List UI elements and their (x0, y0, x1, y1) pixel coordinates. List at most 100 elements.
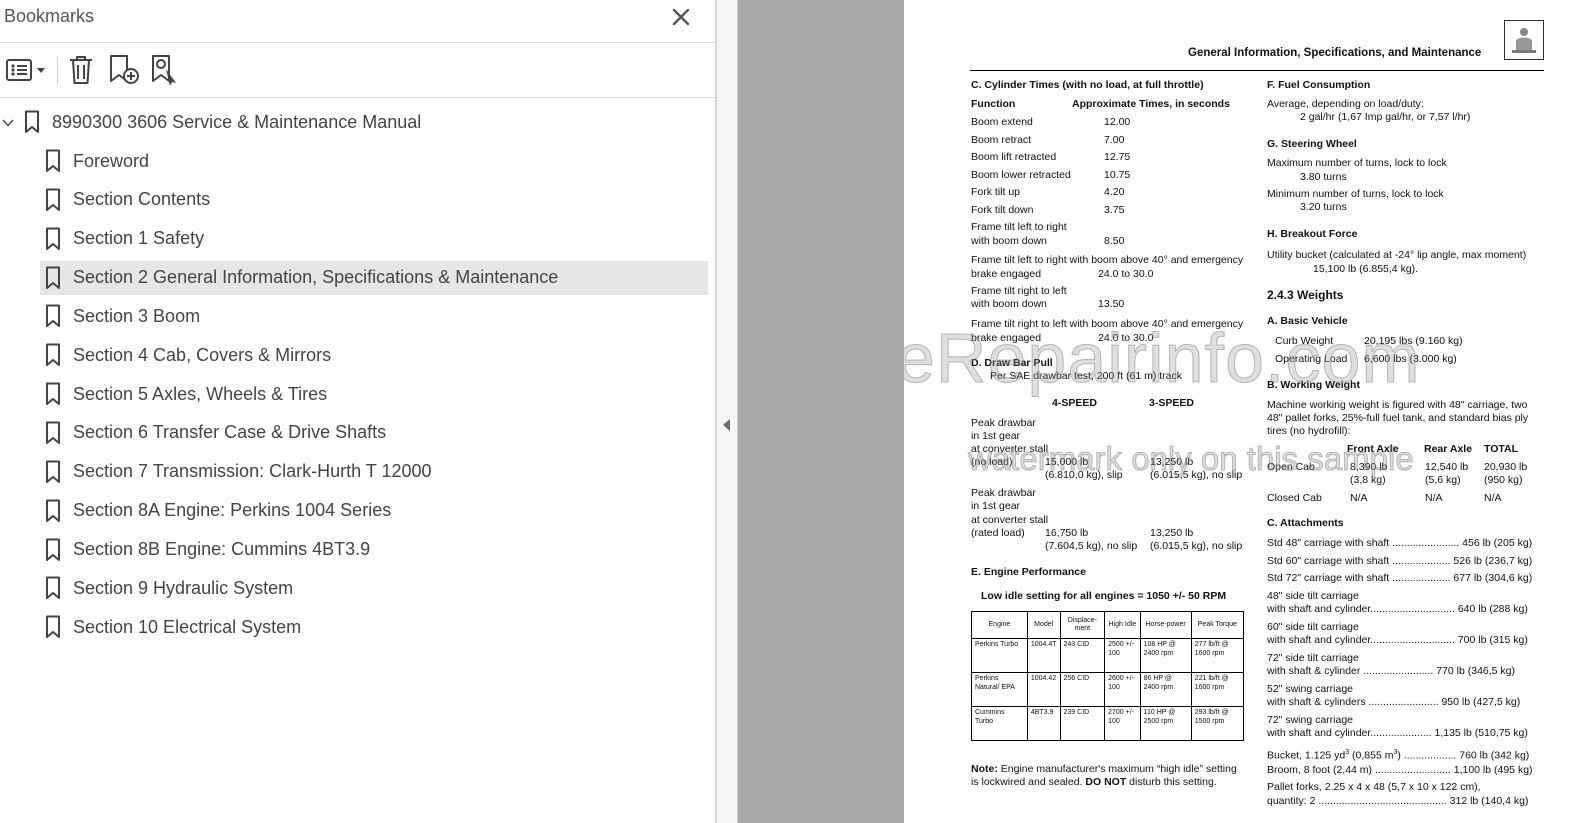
header-rule (970, 70, 1544, 71)
engine-table-cell: Perkins Turbo (971, 638, 1028, 673)
bookmark-item[interactable]: Section 3 Boom (40, 299, 708, 333)
bookmark-label: 8990300 3606 Service & Maintenance Manua… (52, 111, 422, 132)
weight-value: (950 kg) (1484, 474, 1523, 486)
cab-label: Closed Cab (1267, 492, 1322, 504)
drawbar-label: (rated load) (971, 527, 1025, 539)
attachment-line: Std 60" carriage with shaft ............… (1267, 554, 1533, 567)
bookmark-icon (46, 421, 60, 444)
bookmark-root[interactable]: 8990300 3606 Service & Maintenance Manua… (0, 105, 708, 139)
steering-text: Maximum number of turns, lock to lock (1267, 157, 1447, 169)
drawbar-value: 13,250 lb (1150, 527, 1194, 539)
bookmark-label: Section 6 Transfer Case & Drive Shafts (73, 422, 387, 443)
engine-table-cell: 1004.42 (1026, 672, 1061, 707)
chevron-down-icon[interactable] (2, 117, 14, 129)
bookmark-item[interactable]: Section Contents (40, 183, 708, 217)
bookmark-label: Section 3 Boom (73, 305, 201, 326)
bookmark-item[interactable]: Section 1 Safety (40, 222, 708, 256)
col-front-axle: Front Axle (1347, 443, 1399, 455)
bookmark-item[interactable]: Section 10 Electrical System (40, 610, 708, 644)
cyl-time: 8.50 (1104, 235, 1125, 247)
engine-table-cell: 110 HP @ 2500 rpm (1139, 706, 1192, 741)
document-canvas (738, 0, 904, 823)
panel-splitter[interactable] (716, 0, 738, 823)
bookmark-item[interactable]: Section 7 Transmission: Clark-Hurth T 12… (40, 455, 708, 489)
steering-title: G. Steering Wheel (1267, 138, 1357, 150)
weight-value: (3,8 kg) (1350, 474, 1386, 486)
engine-note-line1: Note: Engine manufacturer's maximum “hig… (971, 763, 1237, 776)
cyl-function: Fork tilt down (971, 204, 1034, 216)
engine-table-cell: 277 lb/ft @ 1600 rpm (1190, 638, 1245, 673)
attachment-line: Std 48" carriage with shaft ............… (1267, 537, 1533, 549)
cyl-time: 24.0 to 30.0 (1098, 268, 1154, 280)
collapse-panel-arrow-icon[interactable] (723, 419, 730, 431)
drawbar-label: at converter stall (971, 443, 1049, 455)
bookmark-item[interactable]: Section 8B Engine: Cummins 4BT3.9 (40, 533, 708, 567)
bookmark-label: Section 10 Electrical System (73, 616, 302, 637)
drawbar-label: Peak drawbar (971, 417, 1036, 429)
drawbar-value: 13,250 lb (1150, 456, 1194, 468)
cyl-function: brake engaged (971, 332, 1042, 344)
delete-bookmark-icon[interactable] (64, 53, 98, 87)
engine-table-header: High Idle (1104, 611, 1141, 639)
bookmarks-toolbar (0, 43, 715, 98)
attachment-line: with shaft & cylinder ..................… (1267, 665, 1516, 677)
engine-table-cell: Perkins Natural/ EPA (971, 672, 1028, 707)
engine-table-cell: 221 lb/ft @ 1600 rpm (1190, 672, 1245, 707)
cyl-function: Boom retract (971, 133, 1032, 146)
drawbar-value: (6.015,5 kg), no slip (1150, 540, 1243, 552)
attachment-line: with shaft & cylinders .................… (1267, 696, 1521, 708)
drawbar-title: D. Draw Bar Pull (971, 357, 1053, 369)
cab-label: Open Cab (1267, 461, 1315, 473)
cyl-time: 12.00 (1104, 116, 1131, 128)
col-4-speed: 4-SPEED (1052, 397, 1097, 409)
cyl-function: Frame tilt left to right (971, 221, 1067, 233)
cylinder-times-title: C. Cylinder Times (with no load, at full… (971, 79, 1204, 91)
engine-idle-note: Low idle setting for all engines = 1050 … (981, 590, 1227, 602)
options-menu-icon[interactable] (4, 53, 48, 87)
new-bookmark-icon[interactable] (106, 53, 142, 87)
attachment-text: ) .................. 760 lb (342 kg) (1397, 749, 1530, 762)
note-text: Engine manufacturer's maximum “high idle… (1000, 763, 1237, 775)
bookmark-label: Section 7 Transmission: Clark-Hurth T 12… (73, 461, 432, 482)
bookmark-item[interactable]: Section 5 Axles, Wheels & Tires (40, 377, 708, 411)
bookmark-item[interactable]: Section 6 Transfer Case & Drive Shafts (40, 416, 708, 450)
engine-table-header: Horse-power (1139, 611, 1192, 639)
drawbar-label: (no load) (971, 456, 1013, 468)
drawbar-label: in 1st gear (971, 430, 1021, 442)
page-header: General Information, Specifications, and… (1188, 47, 1482, 59)
basic-vehicle-title: A. Basic Vehicle (1267, 315, 1348, 327)
fuel-title: F. Fuel Consumption (1267, 79, 1371, 91)
weights-title: 2.4.3 Weights (1267, 288, 1344, 302)
engine-table-cell: 256 CID (1059, 672, 1106, 707)
attachment-line: 60" side tilt carriage (1267, 620, 1359, 633)
engine-table-cell: 2500 +/- 100 (1104, 638, 1141, 673)
cyl-function: with boom down (971, 235, 1047, 247)
bookmark-icon (46, 615, 60, 639)
engine-table-cell: 4BT3.9 (1026, 706, 1061, 741)
engine-title: E. Engine Performance (971, 566, 1086, 578)
attachment-line: Pallet forks, 2.25 x 4 x 48 (5,7 x 10 x … (1267, 781, 1481, 793)
attachment-line: 72" swing carriage (1267, 713, 1354, 726)
bookmark-icon (46, 382, 60, 406)
bookmark-item[interactable]: Section 4 Cab, Covers & Mirrors (40, 338, 708, 372)
find-bookmark-icon[interactable] (148, 53, 184, 87)
table-row: Perkins Turbo 1004.4T 243 CID 2500 +/- 100 1… (971, 638, 1245, 673)
cyl-time: 24.0 to 30.0 (1098, 332, 1154, 344)
note-emphasis: DO NOT (1085, 776, 1127, 788)
bookmark-icon (46, 499, 60, 522)
attachment-line: 72" side tilt carriage (1267, 651, 1359, 664)
col-function: Function (971, 98, 1016, 110)
bookmark-item[interactable]: Section 8A Engine: Perkins 1004 Series (40, 494, 708, 528)
bookmark-icon (46, 266, 60, 289)
weight-value: 12,540 lb (1425, 461, 1469, 473)
bookmark-item[interactable]: Foreword (40, 144, 708, 178)
working-weight-title: B. Working Weight (1267, 379, 1360, 391)
bookmark-label: Section 8A Engine: Perkins 1004 Series (73, 500, 392, 521)
bookmark-item[interactable]: Section 2 General Information, Specifica… (40, 260, 708, 295)
close-icon[interactable] (668, 4, 694, 30)
document-page: General Information, Specifications, and… (904, 0, 1576, 823)
bookmark-item[interactable]: Section 9 Hydraulic System (40, 571, 708, 605)
cyl-function: brake engaged (971, 268, 1042, 280)
engine-table-header: Engine (971, 611, 1028, 639)
drawbar-value: (6.015,5 kg), no slip (1150, 469, 1243, 481)
